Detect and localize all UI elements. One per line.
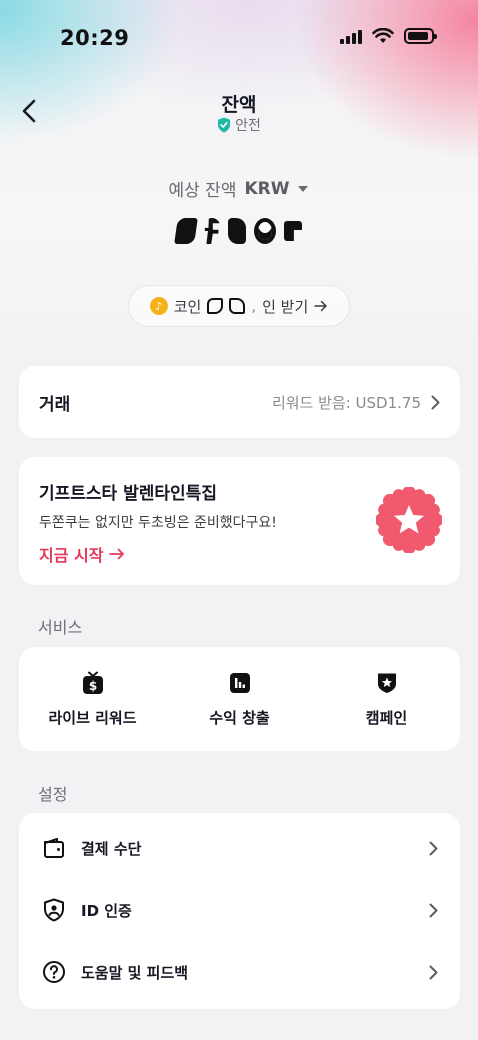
chevron-right-icon xyxy=(431,395,440,409)
chevron-right-icon xyxy=(429,841,438,855)
shield-check-icon xyxy=(218,117,231,133)
settings-section-label: 설정 xyxy=(38,785,68,804)
status-icons xyxy=(340,28,437,44)
settings-label: ID 인증 xyxy=(81,901,132,920)
services-section-label: 서비스 xyxy=(38,618,83,637)
page-title: 잔액 xyxy=(221,94,257,116)
services-card: $ 라이브 리워드 수익 창출 캠페인 xyxy=(19,647,460,751)
service-label: 수익 창출 xyxy=(209,709,270,727)
wallet-icon xyxy=(44,838,64,858)
safe-indicator: 안전 xyxy=(0,115,478,135)
reward-received-text: 리워드 받음: USD1.75 xyxy=(271,393,421,412)
battery-icon xyxy=(404,28,437,44)
status-time: 20:29 xyxy=(60,26,130,50)
service-label: 캠페인 xyxy=(365,709,408,727)
cellular-signal-icon xyxy=(340,28,362,44)
chevron-right-icon xyxy=(429,965,438,979)
star-shield-icon xyxy=(377,673,396,693)
coin-amount-redacted-2 xyxy=(229,298,246,314)
chevron-right-icon xyxy=(429,903,438,917)
safe-label: 안전 xyxy=(235,118,261,134)
id-shield-icon xyxy=(44,898,64,922)
wifi-icon xyxy=(372,28,394,43)
service-label: 라이브 리워드 xyxy=(48,709,137,727)
coin-pill[interactable]: ♪ 코인 , 인 받기 xyxy=(128,285,350,327)
svg-text:$: $ xyxy=(88,679,96,693)
dollar-tv-icon: $ xyxy=(82,671,103,694)
settings-id-verification[interactable]: ID 인증 xyxy=(19,879,460,941)
settings-label: 결제 수단 xyxy=(81,839,142,858)
currency-selector[interactable]: 예상 잔액 KRW xyxy=(0,176,478,201)
coin-receive-label: 인 받기 xyxy=(262,297,309,316)
settings-payment-method[interactable]: 결제 수단 xyxy=(19,817,460,879)
currency-code: KRW xyxy=(244,178,290,199)
arrow-right-icon xyxy=(314,300,328,312)
star-badge-icon xyxy=(376,487,442,553)
arrow-right-icon xyxy=(109,548,125,560)
coin-label: 코인 xyxy=(173,297,202,316)
settings-card: 결제 수단 ID 인증 도움말 및 피드백 xyxy=(19,813,460,1009)
service-monetization[interactable]: 수익 창출 xyxy=(166,647,313,751)
settings-label: 도움말 및 피드백 xyxy=(81,963,189,982)
balance-amount-redacted xyxy=(0,218,478,244)
promo-card[interactable]: 기프트스타 발렌타인특집 두쫀쿠는 없지만 두초빙은 준비했다구요! 지금 시작 xyxy=(19,457,460,585)
coin-amount-redacted xyxy=(207,298,224,314)
promo-start-label: 지금 시작 xyxy=(39,546,104,565)
coin-separator: , xyxy=(251,297,257,315)
service-campaign[interactable]: 캠페인 xyxy=(313,647,460,751)
trade-title: 거래 xyxy=(39,394,71,415)
settings-help-feedback[interactable]: 도움말 및 피드백 xyxy=(19,941,460,1003)
coin-icon: ♪ xyxy=(149,297,168,315)
service-live-rewards[interactable]: $ 라이브 리워드 xyxy=(19,647,166,751)
caret-down-icon xyxy=(298,185,309,192)
trade-row[interactable]: 거래 리워드 받음: USD1.75 xyxy=(19,366,460,438)
balance-label: 예상 잔액 xyxy=(168,181,237,201)
bar-chart-icon xyxy=(229,673,250,693)
question-icon xyxy=(43,961,65,983)
